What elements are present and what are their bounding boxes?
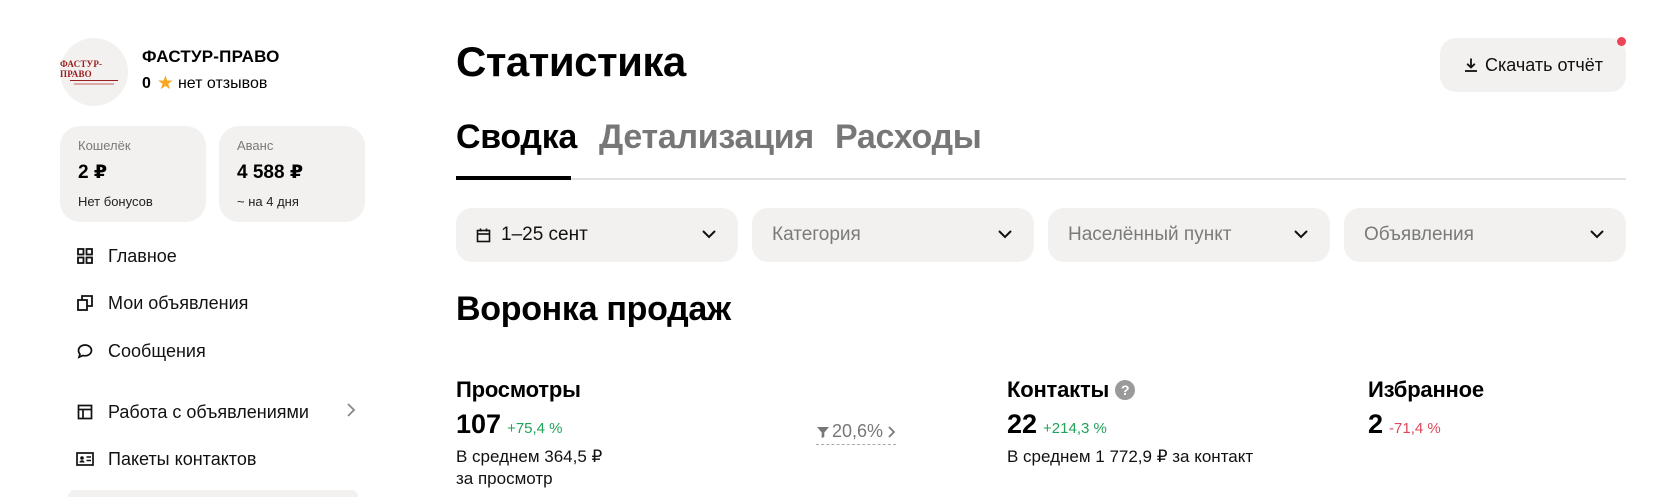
copy-icon <box>76 294 94 312</box>
sidebar-item-label: Пакеты контактов <box>108 448 257 469</box>
category-filter[interactable]: Категория <box>752 208 1034 262</box>
sales-funnel-title: Воронка продаж <box>456 290 731 328</box>
sidebar: ФАСТУР-ПРАВО ФАСТУР-ПРАВО 0 ★ нет отзыво… <box>60 0 370 497</box>
sidebar-item-contact-packages[interactable]: Пакеты контактов <box>76 447 356 471</box>
advance-label: Аванс <box>237 138 274 153</box>
funnel-icon <box>816 425 830 439</box>
advance-card[interactable]: Аванс 4 588 ₽ ~ на 4 дня <box>219 126 365 222</box>
rating-row[interactable]: 0 ★ нет отзывов <box>142 74 280 93</box>
notification-dot <box>1617 37 1626 46</box>
sidebar-item-main[interactable]: Главное <box>76 244 356 268</box>
views-metric: Просмотры 107 +75,4 % В среднем 364,5 ₽ … <box>456 377 602 490</box>
favorites-title: Избранное <box>1368 377 1484 402</box>
logo-text: ФАСТУР-ПРАВО <box>60 59 103 79</box>
category-filter-placeholder: Категория <box>772 224 861 245</box>
contacts-title: Контакты <box>1007 377 1110 402</box>
rating-value: 0 <box>142 74 151 92</box>
sidebar-item-ads-work[interactable]: Работа с объявлениями <box>76 400 356 424</box>
conversion-rate-value: 20,6% <box>832 421 884 441</box>
sidebar-item-label: Сообщения <box>108 340 206 361</box>
contacts-value: 22 <box>1007 409 1038 439</box>
views-avg-cost-unit: за просмотр <box>456 469 553 488</box>
contacts-delta: +214,3 % <box>1043 420 1107 437</box>
chevron-right-icon <box>887 425 896 439</box>
chevron-down-icon <box>996 225 1014 249</box>
star-icon: ★ <box>156 73 174 94</box>
period-filter[interactable]: 1–25 сент <box>456 208 738 262</box>
active-tab-indicator <box>456 176 571 180</box>
sidebar-item-partial <box>68 490 358 497</box>
sidebar-item-label: Мои объявления <box>108 292 249 313</box>
chevron-down-icon <box>1292 225 1310 249</box>
logo-divider <box>70 80 118 81</box>
main-content: Статистика Скачать отчёт Сводка Детализа… <box>456 0 1626 497</box>
tab-summary[interactable]: Сводка <box>456 118 577 157</box>
rating-text: нет отзывов <box>177 74 268 92</box>
avatar[interactable]: ФАСТУР-ПРАВО <box>60 38 128 106</box>
views-value: 107 <box>456 409 502 439</box>
grid-icon <box>76 247 94 265</box>
chevron-down-icon <box>700 225 718 249</box>
sidebar-item-my-ads[interactable]: Мои объявления <box>76 291 356 315</box>
logo-subtitle <box>74 83 114 85</box>
favorites-value: 2 <box>1368 409 1384 439</box>
calendar-icon <box>476 228 491 243</box>
filters-row: 1–25 сент Категория Населённый пункт Объ… <box>456 208 1626 262</box>
contact-card-icon <box>76 450 94 468</box>
help-icon[interactable]: ? <box>1115 380 1136 400</box>
sidebar-item-messages[interactable]: Сообщения <box>76 339 356 363</box>
download-report-button[interactable]: Скачать отчёт <box>1440 38 1626 92</box>
advance-days-text: ~ на 4 дня <box>237 194 299 209</box>
city-filter[interactable]: Населённый пункт <box>1048 208 1330 262</box>
wallet-value: 2 ₽ <box>78 162 108 183</box>
tab-expenses[interactable]: Расходы <box>835 118 982 157</box>
wallet-card[interactable]: Кошелёк 2 ₽ Нет бонусов <box>60 126 206 222</box>
views-avg-cost: В среднем 364,5 ₽ <box>456 447 603 466</box>
download-report-label: Скачать отчёт <box>1485 54 1603 75</box>
tab-details[interactable]: Детализация <box>599 118 814 157</box>
favorites-delta: -71,4 % <box>1389 420 1441 437</box>
profile-header[interactable]: ФАСТУР-ПРАВО ФАСТУР-ПРАВО 0 ★ нет отзыво… <box>60 38 280 106</box>
views-delta: +75,4 % <box>507 420 563 437</box>
chevron-down-icon <box>1588 225 1606 249</box>
period-filter-value: 1–25 сент <box>501 224 588 245</box>
chevron-right-icon <box>346 401 356 424</box>
favorites-metric: Избранное 2 -71,4 % <box>1368 377 1484 440</box>
organization-name[interactable]: ФАСТУР-ПРАВО <box>142 47 280 67</box>
table-icon <box>76 403 94 421</box>
stats-tabs: Сводка Детализация Расходы <box>456 118 1626 180</box>
contacts-avg-cost: В среднем 1 772,9 ₽ за контакт <box>1007 447 1254 466</box>
sidebar-item-label: Работа с объявлениями <box>108 401 309 422</box>
download-icon <box>1463 57 1479 73</box>
sidebar-item-label: Главное <box>108 245 177 266</box>
page-title: Статистика <box>456 38 686 85</box>
conversion-rate-link[interactable]: 20,6% <box>816 421 897 445</box>
advance-value: 4 588 ₽ <box>237 162 304 183</box>
chat-icon <box>76 342 94 360</box>
city-filter-placeholder: Населённый пункт <box>1068 224 1232 245</box>
views-title: Просмотры <box>456 377 581 402</box>
ads-filter[interactable]: Объявления <box>1344 208 1626 262</box>
contacts-metric: Контакты ? 22 +214,3 % В среднем 1 772,9… <box>1007 377 1253 468</box>
wallet-label: Кошелёк <box>78 138 131 153</box>
wallet-bonus-text: Нет бонусов <box>78 194 153 209</box>
ads-filter-placeholder: Объявления <box>1364 224 1474 245</box>
